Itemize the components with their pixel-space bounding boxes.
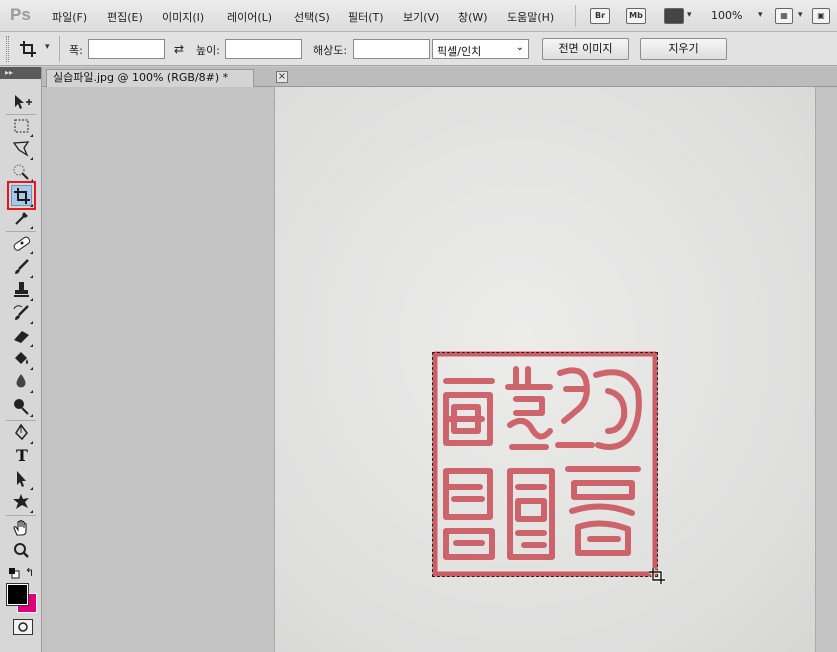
tools-panel-collapse-icon[interactable]: ▸▸	[0, 67, 41, 79]
path-selection-icon[interactable]	[10, 469, 34, 491]
blur-icon[interactable]	[10, 372, 34, 394]
chevron-down-icon[interactable]: ▾	[758, 10, 763, 20]
resolution-unit-value: 픽셀/인치	[437, 45, 482, 58]
crop-preset-icon[interactable]	[18, 39, 40, 59]
quick-mask-icon[interactable]	[13, 619, 33, 635]
clone-stamp-icon[interactable]	[10, 280, 34, 302]
options-separator	[59, 36, 60, 62]
document-tab-bar: 실습파일.jpg @ 100% (RGB/8#) * ×	[42, 67, 837, 87]
options-bar-grip[interactable]	[6, 36, 9, 62]
lasso-icon[interactable]	[10, 139, 34, 161]
extras-icon[interactable]	[664, 8, 684, 24]
menu-bar: Ps 파일(F) 편집(E) 이미지(I) 레이어(L) 선택(S) 필터(T)…	[0, 0, 837, 32]
tools-panel: ▸▸ T ↰	[0, 67, 42, 652]
crop-selection-marquee[interactable]	[432, 352, 658, 577]
history-brush-icon[interactable]	[10, 303, 34, 325]
menu-edit[interactable]: 편집(E)	[107, 9, 143, 25]
menu-select[interactable]: 선택(S)	[294, 9, 330, 25]
width-label: 폭:	[69, 44, 83, 57]
eraser-icon[interactable]	[10, 326, 34, 348]
mini-bridge-icon[interactable]: Mb	[626, 8, 646, 24]
quick-selection-icon[interactable]	[10, 161, 34, 183]
dodge-icon[interactable]	[10, 396, 34, 418]
foreground-color-swatch[interactable]	[6, 583, 29, 606]
height-field[interactable]	[225, 39, 302, 59]
resolution-unit-select[interactable]: 픽셀/인치 ⌄	[432, 39, 529, 59]
hand-icon[interactable]	[10, 518, 34, 540]
resolution-field[interactable]	[353, 39, 430, 59]
document-tab-title: 실습파일.jpg @ 100% (RGB/8#) *	[53, 71, 229, 84]
eyedropper-icon[interactable]	[10, 208, 34, 230]
pen-icon[interactable]	[10, 423, 34, 445]
tool-separator	[6, 420, 36, 421]
menu-help[interactable]: 도움말(H)	[507, 9, 554, 25]
swap-colors-icon[interactable]: ↰	[25, 567, 37, 579]
menu-separator	[575, 5, 576, 27]
menu-layer[interactable]: 레이어(L)	[227, 9, 272, 25]
move-icon[interactable]	[10, 92, 34, 114]
chevron-down-icon[interactable]: ▾	[687, 10, 692, 20]
width-field[interactable]	[88, 39, 165, 59]
height-label: 높이:	[196, 44, 220, 57]
crop-cursor-icon	[648, 567, 666, 585]
tool-separator	[6, 515, 36, 516]
tool-separator	[6, 114, 36, 115]
zoom-level-select[interactable]: 100%	[711, 9, 742, 22]
crop-icon	[11, 185, 32, 206]
swap-dimensions-icon[interactable]: ⇄	[174, 42, 184, 56]
zoom-icon[interactable]	[10, 541, 34, 563]
tool-separator	[6, 231, 36, 232]
type-icon[interactable]: T	[10, 446, 34, 468]
crop-tool-button[interactable]	[7, 181, 36, 210]
options-bar: ▾ 폭: ⇄ 높이: 해상도: 픽셀/인치 ⌄ 전면 이미지 지우기	[0, 32, 837, 66]
arrange-documents-icon[interactable]: ▦	[775, 8, 793, 24]
resolution-label: 해상도:	[313, 44, 348, 57]
paint-bucket-icon[interactable]	[10, 349, 34, 371]
marquee-icon[interactable]	[10, 116, 34, 138]
photoshop-logo: Ps	[10, 5, 31, 24]
brush-icon[interactable]	[10, 257, 34, 279]
menu-filter[interactable]: 필터(T)	[348, 9, 384, 25]
default-colors-icon[interactable]	[8, 567, 20, 579]
chevron-down-icon[interactable]: ▾	[798, 10, 803, 20]
document-tab[interactable]: 실습파일.jpg @ 100% (RGB/8#) *	[46, 69, 254, 87]
bridge-icon[interactable]: Br	[590, 8, 610, 24]
chevron-down-icon[interactable]: ▾	[45, 42, 50, 52]
menu-window[interactable]: 창(W)	[458, 9, 488, 25]
close-icon[interactable]: ×	[276, 71, 288, 83]
healing-brush-icon[interactable]	[10, 233, 34, 255]
custom-shape-icon[interactable]	[10, 492, 34, 514]
menu-image[interactable]: 이미지(I)	[162, 9, 204, 25]
menu-file[interactable]: 파일(F)	[52, 9, 87, 25]
screen-mode-icon[interactable]: ▣	[812, 8, 830, 24]
clear-button[interactable]: 지우기	[640, 38, 727, 60]
chevron-down-icon: ⌄	[515, 42, 524, 53]
menu-view[interactable]: 보기(V)	[403, 9, 439, 25]
front-image-button[interactable]: 전면 이미지	[542, 38, 629, 60]
